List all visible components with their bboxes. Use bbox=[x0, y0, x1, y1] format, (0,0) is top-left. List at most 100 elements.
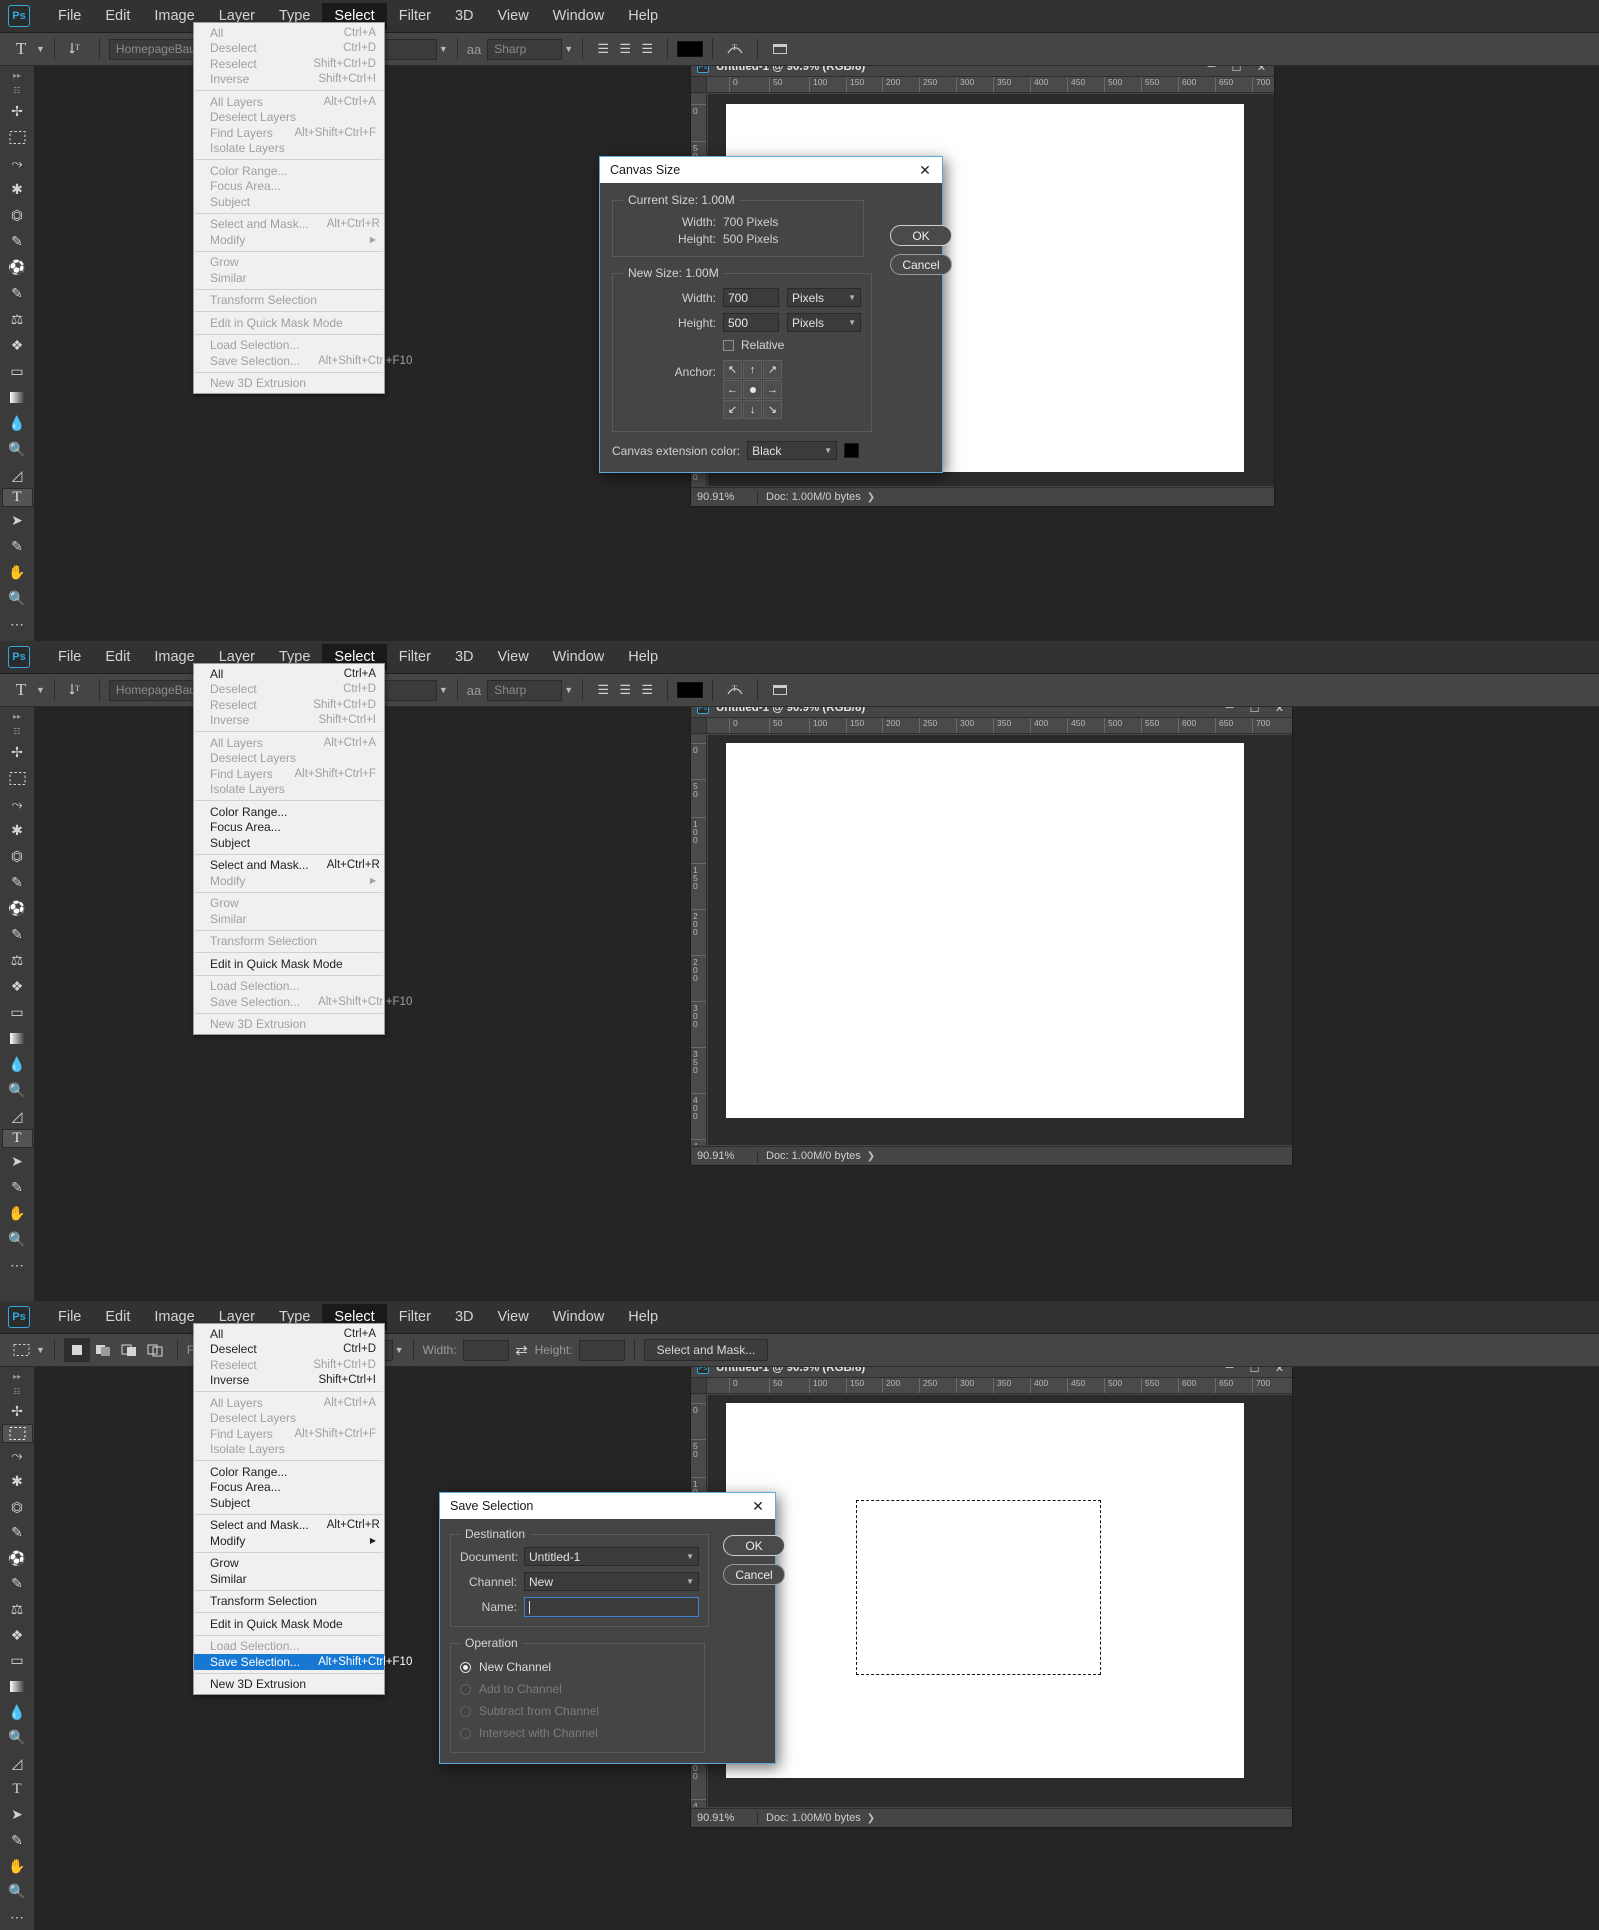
canvas-area-2[interactable] bbox=[708, 735, 1292, 1145]
menu-item-similar[interactable]: Similar bbox=[194, 270, 384, 286]
more-tools-icon[interactable]: ⋯ bbox=[2, 1252, 33, 1278]
tool-preset-chevron-icon[interactable]: ▼ bbox=[36, 1345, 45, 1355]
history-brush-tool-icon[interactable]: ❖ bbox=[2, 973, 33, 999]
menu-item-modify[interactable]: Modify ▶ bbox=[194, 1533, 384, 1549]
anchor-top-right[interactable]: ↗ bbox=[763, 360, 782, 379]
menu-item-subject[interactable]: Subject bbox=[194, 835, 384, 851]
hand-tool-icon[interactable]: ✋ bbox=[2, 1200, 33, 1226]
menu-item-save-selection[interactable]: Save Selection... Alt+Shift+Ctrl+F10 bbox=[194, 994, 412, 1010]
align-right-icon[interactable]: ☰ bbox=[636, 680, 658, 700]
anchor-top-left[interactable]: ↖ bbox=[723, 360, 742, 379]
blur-tool-icon[interactable]: 💧 bbox=[2, 410, 33, 436]
menu-item-quick-mask[interactable]: Edit in Quick Mask Mode bbox=[194, 1616, 384, 1632]
hand-tool-icon[interactable]: ✋ bbox=[2, 559, 33, 585]
menu-item-transform-selection[interactable]: Transform Selection bbox=[194, 1594, 384, 1610]
document-select[interactable]: Untitled-1 ▼ bbox=[524, 1547, 699, 1566]
menu-item-color-range[interactable]: Color Range... bbox=[194, 163, 384, 179]
crop-tool-icon[interactable]: ⏣ bbox=[2, 843, 33, 869]
healing-brush-tool-icon[interactable]: ⚽ bbox=[2, 895, 33, 921]
status-expand-icon[interactable]: ❯ bbox=[867, 1151, 875, 1162]
menu-view[interactable]: View bbox=[486, 644, 541, 670]
anchor-center[interactable] bbox=[743, 380, 762, 399]
eraser-tool-icon[interactable]: ▭ bbox=[2, 1648, 33, 1674]
type-tool-icon[interactable]: T bbox=[1, 1129, 33, 1148]
cancel-button[interactable]: Cancel bbox=[890, 254, 952, 275]
dodge-tool-icon[interactable]: 🔍 bbox=[2, 1725, 33, 1751]
quick-selection-tool-icon[interactable]: ✱ bbox=[2, 176, 33, 202]
history-brush-tool-icon[interactable]: ❖ bbox=[2, 332, 33, 358]
lasso-tool-icon[interactable]: ⤳ bbox=[2, 150, 33, 176]
font-size-chevron-icon[interactable]: ▼ bbox=[439, 685, 448, 695]
anchor-middle-right[interactable]: → bbox=[763, 380, 782, 399]
rectangular-marquee-icon[interactable] bbox=[8, 1338, 34, 1362]
text-color-swatch[interactable] bbox=[677, 682, 704, 698]
blur-tool-icon[interactable]: 💧 bbox=[2, 1699, 33, 1725]
text-orientation-icon[interactable]: T bbox=[64, 678, 90, 702]
crop-tool-icon[interactable]: ⏣ bbox=[2, 202, 33, 228]
menu-item-save-selection[interactable]: Save Selection... Alt+Shift+Ctrl+F10 bbox=[194, 353, 412, 369]
menu-item-all[interactable]: All Ctrl+A bbox=[194, 666, 384, 682]
swap-dimensions-icon[interactable]: ⇄ bbox=[509, 1338, 535, 1362]
menu-item-deselect-layers[interactable]: Deselect Layers bbox=[194, 751, 384, 767]
pen-tool-icon[interactable]: ◿ bbox=[2, 1103, 33, 1129]
cancel-button[interactable]: Cancel bbox=[723, 1564, 785, 1585]
brush-tool-icon[interactable]: ✎ bbox=[2, 921, 33, 947]
gradient-tool-icon[interactable] bbox=[2, 1674, 33, 1700]
clone-stamp-tool-icon[interactable]: ⚖ bbox=[2, 947, 33, 973]
menu-filter[interactable]: Filter bbox=[387, 644, 443, 670]
menu-item-deselect[interactable]: Deselect Ctrl+D bbox=[194, 682, 384, 698]
operation-new-channel[interactable]: New Channel bbox=[460, 1656, 695, 1678]
menu-file[interactable]: File bbox=[46, 1304, 93, 1330]
anchor-bottom-right[interactable]: ↘ bbox=[763, 400, 782, 419]
select-and-mask-button[interactable]: Select and Mask... bbox=[643, 1339, 769, 1361]
menu-item-deselect-layers[interactable]: Deselect Layers bbox=[194, 1411, 384, 1427]
anchor-middle-left[interactable]: ← bbox=[723, 380, 742, 399]
radio-new-channel[interactable] bbox=[460, 1661, 471, 1673]
menu-filter[interactable]: Filter bbox=[387, 1304, 443, 1330]
text-orientation-icon[interactable]: T bbox=[64, 37, 90, 61]
blur-tool-icon[interactable]: 💧 bbox=[2, 1051, 33, 1077]
anchor-top-center[interactable]: ↑ bbox=[743, 360, 762, 379]
menu-item-subject[interactable]: Subject bbox=[194, 194, 384, 210]
move-tool-icon[interactable]: ✢ bbox=[2, 1399, 33, 1425]
path-selection-tool-icon[interactable]: ➤ bbox=[2, 507, 33, 533]
menu-item-inverse[interactable]: Inverse Shift+Ctrl+I bbox=[194, 1373, 384, 1389]
channel-select[interactable]: New ▼ bbox=[524, 1572, 699, 1591]
new-width-unit-select[interactable]: Pixels ▼ bbox=[787, 288, 861, 307]
menu-window[interactable]: Window bbox=[541, 3, 617, 29]
menu-item-deselect[interactable]: Deselect Ctrl+D bbox=[194, 1342, 384, 1358]
menu-help[interactable]: Help bbox=[616, 1304, 670, 1330]
tool-preset-chevron-icon[interactable]: ▼ bbox=[36, 44, 45, 54]
pen-tool-icon[interactable]: ◿ bbox=[2, 1751, 33, 1777]
menu-item-deselect[interactable]: Deselect Ctrl+D bbox=[194, 41, 384, 57]
rectangular-marquee-tool-icon[interactable] bbox=[2, 765, 33, 791]
align-center-icon[interactable]: ☰ bbox=[614, 680, 636, 700]
crop-tool-icon[interactable]: ⏣ bbox=[2, 1494, 33, 1520]
font-size-input[interactable] bbox=[378, 38, 437, 60]
menu-item-find-layers[interactable]: Find Layers Alt+Shift+Ctrl+F bbox=[194, 1426, 384, 1442]
menu-item-quick-mask[interactable]: Edit in Quick Mask Mode bbox=[194, 956, 384, 972]
shape-tool-icon[interactable]: ✎ bbox=[2, 1828, 33, 1854]
tool-preset-chevron-icon[interactable]: ▼ bbox=[36, 685, 45, 695]
healing-brush-tool-icon[interactable]: ⚽ bbox=[2, 1546, 33, 1572]
toolbar-drag-grip[interactable]: ☷ bbox=[0, 1384, 34, 1399]
move-tool-icon[interactable]: ✢ bbox=[2, 739, 33, 765]
extension-color-select[interactable]: Black ▼ bbox=[747, 441, 838, 460]
warp-text-icon[interactable]: T bbox=[722, 678, 748, 702]
menu-window[interactable]: Window bbox=[541, 644, 617, 670]
anchor-grid[interactable]: ↖ ↑ ↗ ← → ↙ ↓ ↘ bbox=[723, 360, 782, 419]
menu-item-quick-mask[interactable]: Edit in Quick Mask Mode bbox=[194, 315, 384, 331]
canvas-size-title-bar[interactable]: Canvas Size ✕ bbox=[600, 157, 942, 183]
antialias-chevron-icon[interactable]: ▼ bbox=[564, 685, 573, 695]
menu-item-reselect[interactable]: Reselect Shift+Ctrl+D bbox=[194, 697, 384, 713]
ok-button[interactable]: OK bbox=[723, 1535, 785, 1556]
menu-view[interactable]: View bbox=[486, 3, 541, 29]
save-selection-title-bar[interactable]: Save Selection ✕ bbox=[440, 1493, 775, 1519]
close-icon[interactable]: ✕ bbox=[747, 1495, 769, 1517]
menu-item-all-layers[interactable]: All Layers Alt+Ctrl+A bbox=[194, 94, 384, 110]
menu-item-subject[interactable]: Subject bbox=[194, 1495, 384, 1511]
menu-view[interactable]: View bbox=[486, 1304, 541, 1330]
eraser-tool-icon[interactable]: ▭ bbox=[2, 999, 33, 1025]
shape-tool-icon[interactable]: ✎ bbox=[2, 1174, 33, 1200]
select-menu-dropdown-3[interactable]: All Ctrl+A Deselect Ctrl+D Reselect Shift+C… bbox=[193, 1323, 412, 1695]
